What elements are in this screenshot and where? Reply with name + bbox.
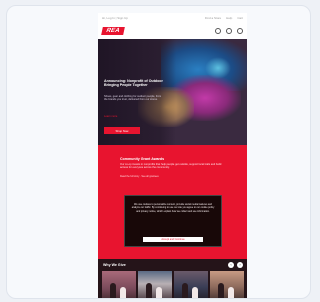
utility-bar: Hi, Log In | Sign Up Find a Store Help C… [98,13,247,23]
accept-cookies-button[interactable]: Accept and Continue [143,237,203,242]
gallery-controls: ‹ › [228,262,243,268]
gallery-photo[interactable] [174,271,208,298]
grant-title: Community Grant Awards [120,157,165,161]
gallery-section: Why We Give ‹ › [98,259,247,298]
person-figure [110,283,116,298]
hero-learn-more-link[interactable]: Learn more [104,115,117,118]
website-preview: Hi, Log In | Sign Up Find a Store Help C… [98,13,247,298]
cookie-modal: We use cookies to personalize content, p… [124,195,222,247]
hero-title: Announcing: Nonprofit of Outdoor Bringin… [104,79,163,88]
cart-link[interactable]: Cart [237,16,243,20]
gallery-heading: Why We Give [103,263,126,267]
hero-cta-button[interactable]: Shop Now [104,127,140,134]
help-link[interactable]: Help [226,16,232,20]
person-figure [228,287,234,298]
search-icon[interactable] [215,28,221,34]
gallery-thumbnails [102,271,244,298]
account-icon[interactable] [226,28,232,34]
header-icons [215,28,243,34]
preview-card: Hi, Log In | Sign Up Find a Store Help C… [6,5,311,299]
hero-image-highlight [205,57,231,79]
brand-logo[interactable]: REA [101,27,125,35]
person-figure [156,287,162,298]
hero-subtitle: Shoes, gear and clothing for outdoor peo… [104,95,162,102]
utility-links: Find a Store Help Cart [205,16,243,20]
person-figure [120,287,126,298]
chevron-left-icon[interactable]: ‹ [228,262,234,268]
gallery-photo[interactable] [102,271,136,298]
person-figure [218,283,224,298]
site-header: REA [98,23,247,39]
logo-text: REA [105,28,121,34]
grant-section: Community Grant Awards Our co-op invests… [98,145,247,259]
gallery-photo[interactable] [138,271,172,298]
hero-banner: Announcing: Nonprofit of Outdoor Bringin… [98,39,247,145]
person-figure [192,287,198,298]
grant-text: Our co-op invests in nonprofits that hel… [120,163,222,170]
grant-links[interactable]: Read the full story · See all grantees [120,175,159,178]
person-figure [146,283,152,298]
cart-icon[interactable] [237,28,243,34]
person-figure [182,283,188,298]
account-link[interactable]: Hi, Log In | Sign Up [102,16,128,20]
find-store-link[interactable]: Find a Store [205,16,221,20]
cookie-modal-text: We use cookies to personalize content, p… [131,203,215,213]
gallery-photo[interactable] [210,271,244,298]
chevron-right-icon[interactable]: › [237,262,243,268]
